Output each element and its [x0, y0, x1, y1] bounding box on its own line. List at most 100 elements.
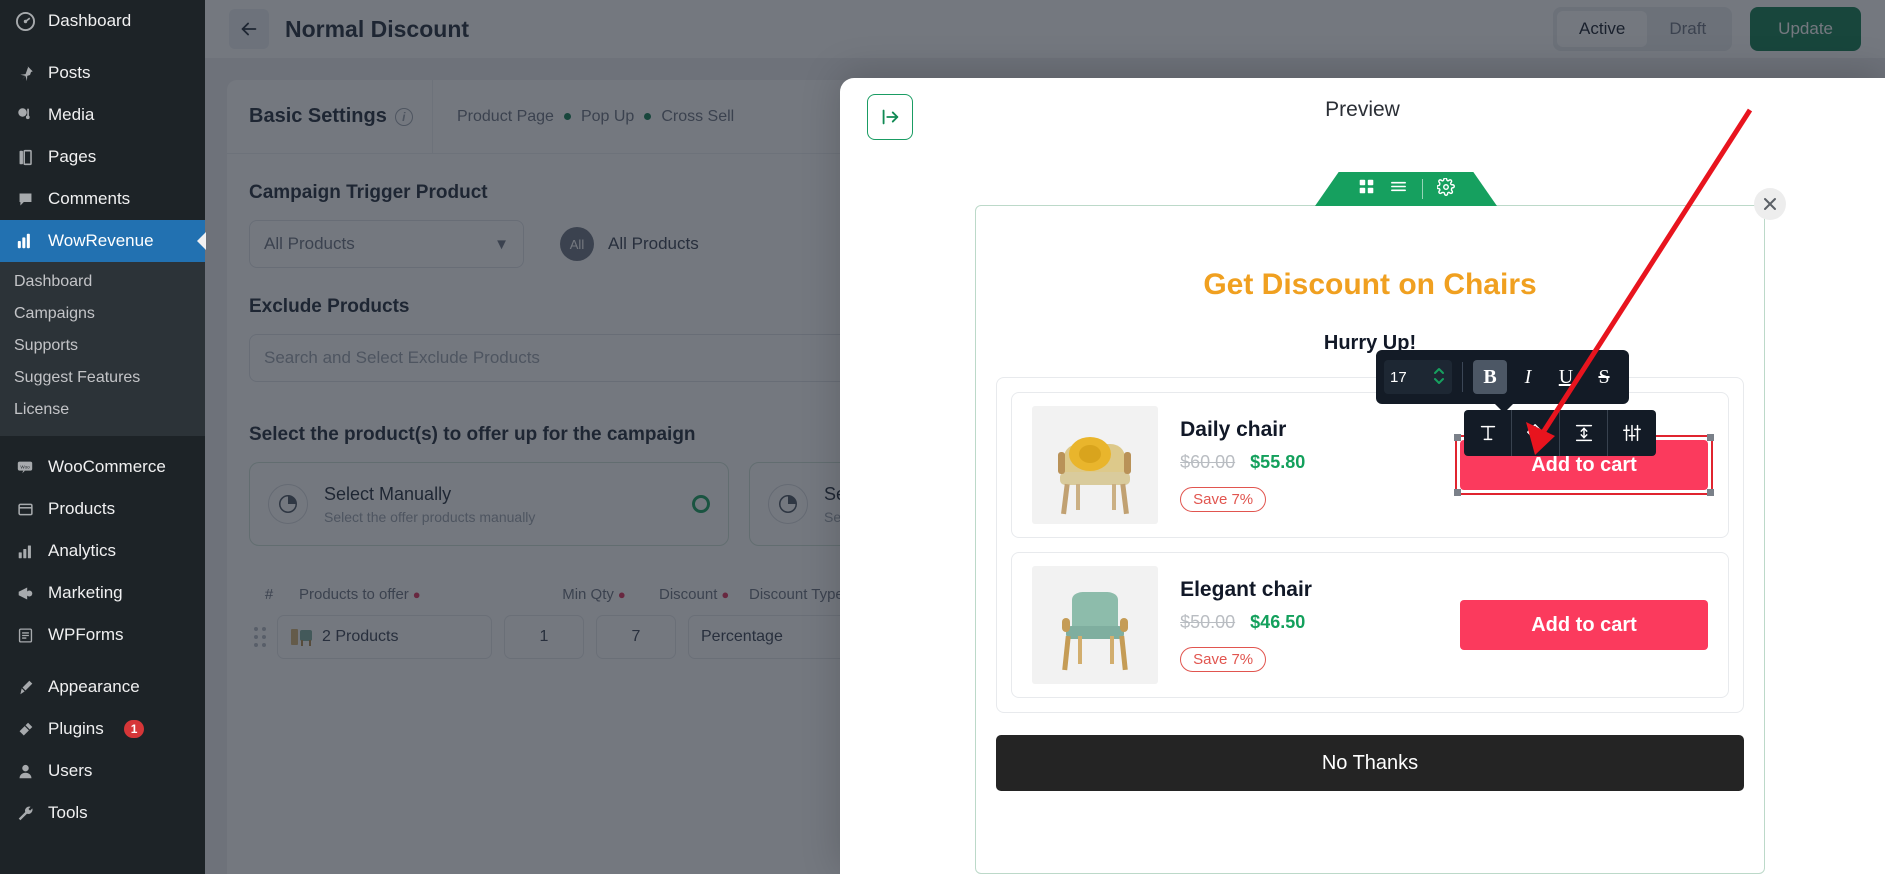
product-prices: $50.00 $46.50	[1180, 612, 1438, 633]
resize-handle-top-left[interactable]	[1454, 434, 1461, 441]
italic-button[interactable]: I	[1511, 360, 1545, 394]
plugins-update-badge: 1	[123, 720, 145, 738]
submenu-item-dashboard[interactable]: Dashboard	[0, 266, 205, 298]
sidebar-item-products[interactable]: Products	[0, 488, 205, 530]
wrench-icon	[14, 802, 36, 824]
sidebar-item-marketing[interactable]: Marketing	[0, 572, 205, 614]
sidebar-item-media[interactable]: Media	[0, 94, 205, 136]
submenu-item-suggest-features[interactable]: Suggest Features	[0, 362, 205, 394]
sidebar-item-label: Plugins	[48, 719, 104, 738]
resize-handle-bottom-right[interactable]	[1707, 489, 1714, 496]
sidebar-item-label: Appearance	[48, 677, 140, 696]
pages-icon	[14, 146, 36, 168]
megaphone-icon	[14, 582, 36, 604]
svg-text:Woo: Woo	[20, 464, 30, 469]
sidebar-item-plugins[interactable]: Plugins 1	[0, 708, 205, 750]
sidebar-item-label: Marketing	[48, 583, 123, 602]
close-icon	[1764, 198, 1776, 210]
no-thanks-button[interactable]: No Thanks	[996, 735, 1744, 791]
font-size-input[interactable]: 17	[1384, 360, 1452, 394]
sidebar-item-label: Analytics	[48, 541, 117, 560]
sidebar-item-label: WPForms	[48, 625, 124, 644]
grid-icon[interactable]	[1358, 178, 1375, 200]
sidebar-item-woocommerce[interactable]: Woo WooCommerce	[0, 446, 205, 488]
submenu-item-supports[interactable]: Supports	[0, 330, 205, 362]
sidebar-item-appearance[interactable]: Appearance	[0, 666, 205, 708]
media-icon	[14, 104, 36, 126]
product-old-price: $50.00	[1180, 612, 1236, 632]
product-image-daily-chair	[1032, 406, 1159, 524]
text-style-toolbar	[1464, 410, 1656, 456]
comments-icon	[14, 188, 36, 210]
sidebar-item-wpforms[interactable]: WPForms	[0, 614, 205, 656]
resize-handle-bottom-left[interactable]	[1454, 489, 1461, 496]
sidebar-divider	[0, 436, 205, 446]
sidebar-item-pages[interactable]: Pages	[0, 136, 205, 178]
fill-color-icon[interactable]	[1512, 410, 1560, 456]
sidebar-item-label: Products	[48, 499, 116, 518]
chart-bars-icon	[14, 230, 36, 252]
products-icon	[14, 498, 36, 520]
sidebar-item-dashboard[interactable]: Dashboard	[0, 0, 205, 42]
sidebar-item-wowrevenue[interactable]: WowRevenue	[0, 220, 205, 262]
line-height-icon[interactable]	[1560, 410, 1608, 456]
strikethrough-button[interactable]: S	[1587, 360, 1621, 394]
settings-sliders-icon[interactable]	[1608, 410, 1656, 456]
dashboard-icon	[14, 10, 36, 32]
product-old-price: $60.00	[1180, 452, 1236, 472]
sidebar-item-posts[interactable]: Posts	[0, 52, 205, 94]
product-image-elegant-chair	[1032, 566, 1159, 684]
add-to-cart-button[interactable]: Add to cart	[1460, 600, 1708, 650]
submenu-item-campaigns[interactable]: Campaigns	[0, 298, 205, 330]
sidebar-item-analytics[interactable]: Analytics	[0, 530, 205, 572]
product-info: Daily chair $60.00 $55.80 Save 7%	[1180, 418, 1438, 512]
product-card: Elegant chair $50.00 $46.50 Save 7% Add …	[1011, 552, 1729, 698]
product-new-price: $55.80	[1250, 452, 1306, 472]
sidebar-item-comments[interactable]: Comments	[0, 178, 205, 220]
text-format-toolbar: 17 B I U S	[1376, 350, 1629, 413]
preview-view-toolbar	[1315, 172, 1497, 206]
sidebar-divider	[0, 42, 205, 52]
screen-root: Dashboard Posts Media Pages Comments Wow…	[0, 0, 1885, 874]
wordpress-admin-sidebar: Dashboard Posts Media Pages Comments Wow…	[0, 0, 205, 874]
forms-icon	[14, 624, 36, 646]
text-color-icon[interactable]	[1464, 410, 1512, 456]
pin-icon	[14, 62, 36, 84]
sidebar-item-label: Pages	[48, 147, 97, 166]
popup-subheading[interactable]: Hurry Up!	[976, 332, 1764, 355]
sidebar-item-label: Posts	[48, 63, 91, 82]
woo-icon: Woo	[14, 456, 36, 478]
sidebar-item-label: Comments	[48, 189, 131, 208]
product-save-badge: Save 7%	[1180, 487, 1267, 512]
preview-header: Preview	[840, 78, 1885, 152]
gear-icon[interactable]	[1435, 176, 1455, 201]
popup-heading[interactable]: Get Discount on Chairs	[976, 268, 1764, 302]
sidebar-item-tools[interactable]: Tools	[0, 792, 205, 834]
product-name: Daily chair	[1180, 418, 1287, 441]
toolbar-divider	[1421, 179, 1423, 199]
product-prices: $60.00 $55.80	[1180, 452, 1438, 473]
user-icon	[14, 760, 36, 782]
brush-icon	[14, 676, 36, 698]
bold-button[interactable]: B	[1473, 360, 1507, 394]
toolbar-divider	[1462, 362, 1463, 392]
green-chair-image	[1036, 578, 1155, 684]
product-info: Elegant chair $50.00 $46.50 Save 7%	[1180, 578, 1438, 672]
resize-handle-top-right[interactable]	[1707, 434, 1714, 441]
sidebar-item-users[interactable]: Users	[0, 750, 205, 792]
sidebar-item-label: WowRevenue	[48, 231, 154, 250]
sidebar-item-label: Dashboard	[48, 11, 132, 30]
product-save-badge: Save 7%	[1180, 647, 1267, 672]
product-new-price: $46.50	[1250, 612, 1306, 632]
yellow-chair-image	[1036, 418, 1155, 524]
stepper-updown-icon[interactable]	[1432, 365, 1446, 389]
close-popup-button[interactable]	[1754, 188, 1786, 220]
product-name: Elegant chair	[1180, 578, 1312, 601]
underline-button[interactable]: U	[1549, 360, 1583, 394]
sidebar-item-label: Tools	[48, 803, 88, 822]
wowrevenue-submenu: Dashboard Campaigns Supports Suggest Fea…	[0, 262, 205, 436]
sidebar-divider	[0, 656, 205, 666]
submenu-item-license[interactable]: License	[0, 394, 205, 426]
discount-popup: Get Discount on Chairs Hurry Up! Daily c…	[975, 188, 1786, 874]
list-icon[interactable]	[1389, 177, 1408, 201]
